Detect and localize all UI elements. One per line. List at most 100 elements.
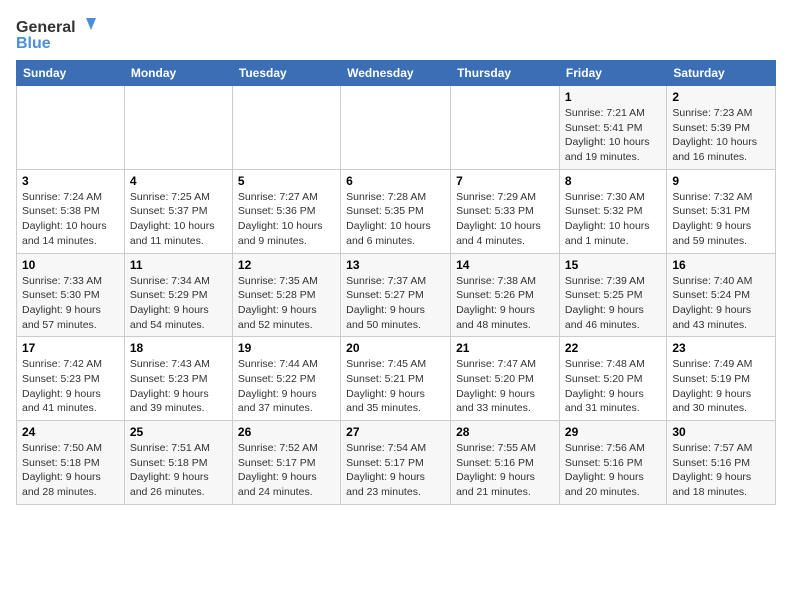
calendar-day-cell: 7 Sunrise: 7:29 AM Sunset: 5:33 PM Daylig… <box>451 169 560 253</box>
day-info: Sunrise: 7:28 AM Sunset: 5:35 PM Dayligh… <box>346 190 445 249</box>
day-number: 25 <box>130 425 227 439</box>
day-number: 27 <box>346 425 445 439</box>
day-info: Sunrise: 7:50 AM Sunset: 5:18 PM Dayligh… <box>22 441 119 500</box>
day-info: Sunrise: 7:29 AM Sunset: 5:33 PM Dayligh… <box>456 190 554 249</box>
day-number: 3 <box>22 174 119 188</box>
calendar-day-cell: 10Sunrise: 7:33 AM Sunset: 5:30 PM Dayli… <box>17 253 125 337</box>
calendar-day-cell: 1Sunrise: 7:21 AM Sunset: 5:41 PM Daylig… <box>559 86 666 170</box>
calendar-week-row: 17 Sunrise: 7:42 AM Sunset: 5:23 PM Dayli… <box>17 337 776 421</box>
calendar-day-cell <box>341 86 451 170</box>
day-number: 21 <box>456 341 554 355</box>
weekday-header: Wednesday <box>341 61 451 86</box>
logo: GeneralBlue <box>16 16 96 52</box>
calendar-day-cell <box>17 86 125 170</box>
day-info: Sunrise: 7:43 AM Sunset: 5:23 PM Dayligh… <box>130 357 227 416</box>
calendar-day-cell <box>124 86 232 170</box>
weekday-header: Thursday <box>451 61 560 86</box>
calendar-week-row: 10Sunrise: 7:33 AM Sunset: 5:30 PM Dayli… <box>17 253 776 337</box>
day-info: Sunrise: 7:45 AM Sunset: 5:21 PM Dayligh… <box>346 357 445 416</box>
day-info: Sunrise: 7:49 AM Sunset: 5:19 PM Dayligh… <box>672 357 770 416</box>
day-info: Sunrise: 7:23 AM Sunset: 5:39 PM Dayligh… <box>672 106 770 165</box>
day-number: 6 <box>346 174 445 188</box>
day-number: 22 <box>565 341 661 355</box>
calendar-day-cell: 26 Sunrise: 7:52 AM Sunset: 5:17 PM Dayli… <box>232 421 340 505</box>
day-info: Sunrise: 7:55 AM Sunset: 5:16 PM Dayligh… <box>456 441 554 500</box>
day-number: 12 <box>238 258 335 272</box>
day-number: 23 <box>672 341 770 355</box>
day-number: 2 <box>672 90 770 104</box>
calendar-day-cell: 17 Sunrise: 7:42 AM Sunset: 5:23 PM Dayli… <box>17 337 125 421</box>
calendar-day-cell: 6 Sunrise: 7:28 AM Sunset: 5:35 PM Daylig… <box>341 169 451 253</box>
day-number: 1 <box>565 90 661 104</box>
calendar-day-cell <box>232 86 340 170</box>
calendar-week-row: 24 Sunrise: 7:50 AM Sunset: 5:18 PM Dayli… <box>17 421 776 505</box>
calendar-day-cell: 15 Sunrise: 7:39 AM Sunset: 5:25 PM Dayli… <box>559 253 666 337</box>
day-info: Sunrise: 7:39 AM Sunset: 5:25 PM Dayligh… <box>565 274 661 333</box>
day-info: Sunrise: 7:57 AM Sunset: 5:16 PM Dayligh… <box>672 441 770 500</box>
day-number: 16 <box>672 258 770 272</box>
day-info: Sunrise: 7:52 AM Sunset: 5:17 PM Dayligh… <box>238 441 335 500</box>
day-number: 24 <box>22 425 119 439</box>
day-info: Sunrise: 7:27 AM Sunset: 5:36 PM Dayligh… <box>238 190 335 249</box>
day-number: 8 <box>565 174 661 188</box>
calendar-week-row: 3 Sunrise: 7:24 AM Sunset: 5:38 PM Daylig… <box>17 169 776 253</box>
calendar-day-cell: 12 Sunrise: 7:35 AM Sunset: 5:28 PM Dayli… <box>232 253 340 337</box>
day-number: 17 <box>22 341 119 355</box>
calendar-day-cell: 9Sunrise: 7:32 AM Sunset: 5:31 PM Daylig… <box>667 169 776 253</box>
logo-icon: GeneralBlue <box>16 16 96 52</box>
weekday-header: Tuesday <box>232 61 340 86</box>
day-info: Sunrise: 7:34 AM Sunset: 5:29 PM Dayligh… <box>130 274 227 333</box>
day-number: 15 <box>565 258 661 272</box>
calendar-day-cell: 30 Sunrise: 7:57 AM Sunset: 5:16 PM Dayli… <box>667 421 776 505</box>
calendar-day-cell: 11Sunrise: 7:34 AM Sunset: 5:29 PM Dayli… <box>124 253 232 337</box>
day-info: Sunrise: 7:37 AM Sunset: 5:27 PM Dayligh… <box>346 274 445 333</box>
calendar-day-cell <box>451 86 560 170</box>
day-number: 5 <box>238 174 335 188</box>
day-info: Sunrise: 7:24 AM Sunset: 5:38 PM Dayligh… <box>22 190 119 249</box>
day-number: 7 <box>456 174 554 188</box>
day-number: 9 <box>672 174 770 188</box>
day-number: 28 <box>456 425 554 439</box>
day-number: 30 <box>672 425 770 439</box>
calendar-day-cell: 28 Sunrise: 7:55 AM Sunset: 5:16 PM Dayli… <box>451 421 560 505</box>
weekday-header: Friday <box>559 61 666 86</box>
calendar-header-row: SundayMondayTuesdayWednesdayThursdayFrid… <box>17 61 776 86</box>
day-info: Sunrise: 7:30 AM Sunset: 5:32 PM Dayligh… <box>565 190 661 249</box>
day-number: 19 <box>238 341 335 355</box>
page-header: GeneralBlue <box>16 16 776 52</box>
day-info: Sunrise: 7:44 AM Sunset: 5:22 PM Dayligh… <box>238 357 335 416</box>
calendar-day-cell: 27Sunrise: 7:54 AM Sunset: 5:17 PM Dayli… <box>341 421 451 505</box>
calendar-day-cell: 22Sunrise: 7:48 AM Sunset: 5:20 PM Dayli… <box>559 337 666 421</box>
day-number: 10 <box>22 258 119 272</box>
calendar-body: 1Sunrise: 7:21 AM Sunset: 5:41 PM Daylig… <box>17 86 776 505</box>
calendar-week-row: 1Sunrise: 7:21 AM Sunset: 5:41 PM Daylig… <box>17 86 776 170</box>
day-info: Sunrise: 7:56 AM Sunset: 5:16 PM Dayligh… <box>565 441 661 500</box>
calendar-day-cell: 3 Sunrise: 7:24 AM Sunset: 5:38 PM Daylig… <box>17 169 125 253</box>
day-number: 14 <box>456 258 554 272</box>
day-number: 29 <box>565 425 661 439</box>
day-number: 18 <box>130 341 227 355</box>
day-info: Sunrise: 7:25 AM Sunset: 5:37 PM Dayligh… <box>130 190 227 249</box>
day-number: 20 <box>346 341 445 355</box>
calendar-day-cell: 20 Sunrise: 7:45 AM Sunset: 5:21 PM Dayli… <box>341 337 451 421</box>
weekday-header: Saturday <box>667 61 776 86</box>
calendar-day-cell: 5 Sunrise: 7:27 AM Sunset: 5:36 PM Daylig… <box>232 169 340 253</box>
day-number: 4 <box>130 174 227 188</box>
calendar-day-cell: 13 Sunrise: 7:37 AM Sunset: 5:27 PM Dayli… <box>341 253 451 337</box>
day-info: Sunrise: 7:42 AM Sunset: 5:23 PM Dayligh… <box>22 357 119 416</box>
svg-text:General: General <box>16 19 76 36</box>
calendar-day-cell: 18 Sunrise: 7:43 AM Sunset: 5:23 PM Dayli… <box>124 337 232 421</box>
day-number: 13 <box>346 258 445 272</box>
day-info: Sunrise: 7:35 AM Sunset: 5:28 PM Dayligh… <box>238 274 335 333</box>
calendar-table: SundayMondayTuesdayWednesdayThursdayFrid… <box>16 60 776 505</box>
weekday-header: Monday <box>124 61 232 86</box>
svg-text:Blue: Blue <box>16 35 51 52</box>
calendar-day-cell: 16Sunrise: 7:40 AM Sunset: 5:24 PM Dayli… <box>667 253 776 337</box>
calendar-day-cell: 2 Sunrise: 7:23 AM Sunset: 5:39 PM Daylig… <box>667 86 776 170</box>
calendar-day-cell: 23 Sunrise: 7:49 AM Sunset: 5:19 PM Dayli… <box>667 337 776 421</box>
day-number: 26 <box>238 425 335 439</box>
day-info: Sunrise: 7:51 AM Sunset: 5:18 PM Dayligh… <box>130 441 227 500</box>
calendar-day-cell: 29 Sunrise: 7:56 AM Sunset: 5:16 PM Dayli… <box>559 421 666 505</box>
calendar-day-cell: 8 Sunrise: 7:30 AM Sunset: 5:32 PM Daylig… <box>559 169 666 253</box>
calendar-day-cell: 25 Sunrise: 7:51 AM Sunset: 5:18 PM Dayli… <box>124 421 232 505</box>
